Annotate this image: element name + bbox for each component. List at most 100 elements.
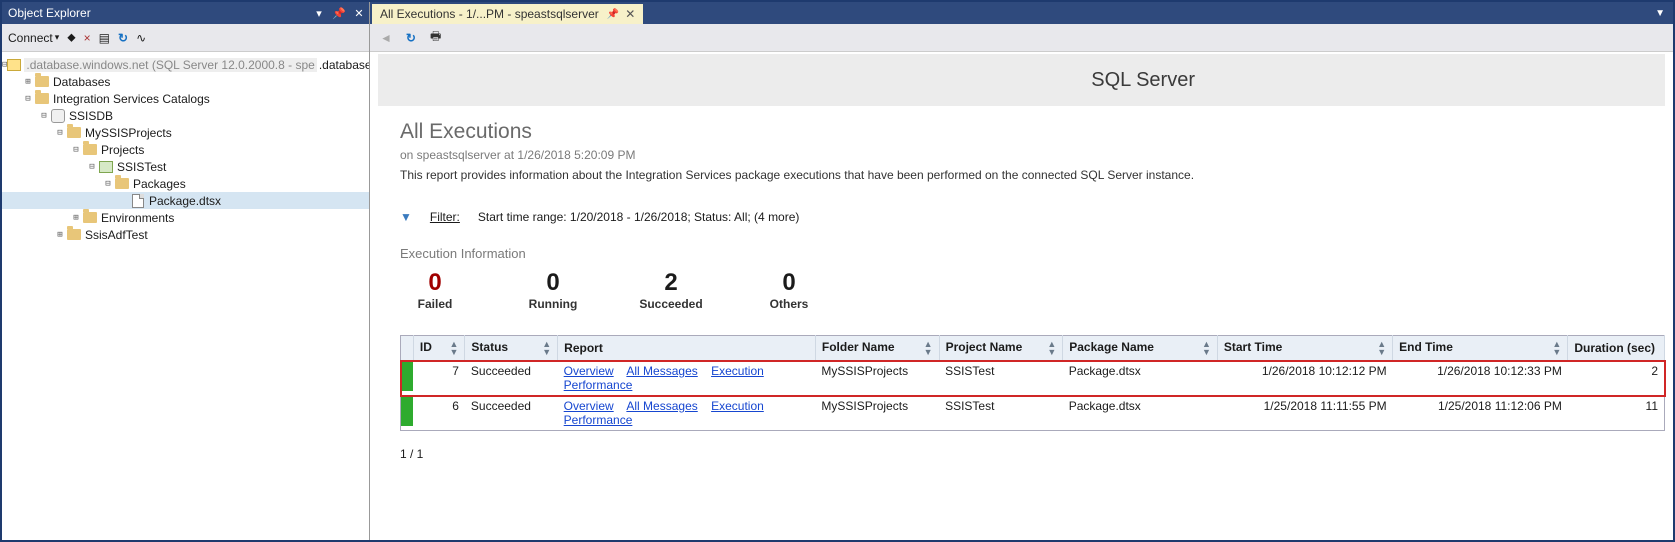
tree-node-myssisprojects[interactable]: ⊟ MySSISProjects [2,124,369,141]
file-icon [130,193,146,209]
status-indicator-icon [401,396,413,426]
tab-overflow-icon[interactable]: ▼ [1647,8,1673,19]
col-id[interactable]: ID▲▼ [413,336,465,361]
connect-button[interactable]: Connect ▾ [8,31,59,45]
refresh-icon[interactable]: ↻ [118,31,128,45]
object-explorer-toolbar: Connect ▾ ⬥ × ▤ ↻ ∿ [2,24,369,52]
project-icon [98,159,114,175]
cell-package: Package.dtsx [1063,396,1218,431]
report-subtitle: on speastsqlserver at 1/26/2018 5:20:09 … [400,148,1665,162]
folder-icon [82,210,98,226]
filter-link[interactable]: Filter: [430,210,460,224]
tree-node-ssisadftest[interactable]: ⊞ SsisAdfTest [2,226,369,243]
print-icon[interactable]: 🖶 [430,27,441,48]
report-title: All Executions [400,120,1665,144]
stop-icon[interactable]: × [84,31,91,45]
tree-label: Package.dtsx [149,194,221,208]
close-icon[interactable]: ✕ [349,7,369,20]
tree-label: Integration Services Catalogs [53,92,210,106]
counter-succeeded: 2 Succeeded [636,269,706,311]
col-end[interactable]: End Time▲▼ [1393,336,1568,361]
cell-status: Succeeded [465,396,558,431]
sort-icon: ▲▼ [924,340,933,356]
filter-toolbar-icon[interactable]: ▤ [99,31,110,45]
folder-icon [34,74,50,90]
server-icon [7,57,21,73]
cell-start: 1/25/2018 11:11:55 PM [1217,396,1392,431]
execution-counters: 0 Failed 0 Running 2 Succeeded 0 Others [400,269,1665,311]
all-messages-link[interactable]: All Messages [626,364,697,378]
col-status-indicator [401,336,414,361]
tree-node-package-dtsx[interactable]: Package.dtsx [2,192,369,209]
object-explorer-header: Object Explorer ▾ 📌 ✕ [2,2,369,24]
tab-all-executions[interactable]: All Executions - 1/...PM - speastsqlserv… [372,4,643,24]
disconnect-icon[interactable]: ⬥ [67,30,75,45]
cell-package: Package.dtsx [1063,361,1218,396]
tree-label: Packages [133,177,186,191]
overview-link[interactable]: Overview [564,364,614,378]
col-folder[interactable]: Folder Name▲▼ [815,336,939,361]
folder-icon [66,125,82,141]
activity-icon[interactable]: ∿ [136,31,146,45]
col-package[interactable]: Package Name▲▼ [1063,336,1218,361]
cell-end: 1/25/2018 11:12:06 PM [1393,396,1568,431]
col-duration: Duration (sec) [1568,336,1665,361]
counter-running: 0 Running [518,269,588,311]
object-explorer-tree[interactable]: ⊟ .database.windows.net (SQL Server 12.0… [2,52,369,540]
tree-node-ssisdb[interactable]: ⊟ SSISDB [2,107,369,124]
col-report: Report [558,336,816,361]
tree-node-environments[interactable]: ⊞ Environments [2,209,369,226]
report-area: SQL Server All Executions on speastsqlse… [370,52,1673,540]
document-panel: All Executions - 1/...PM - speastsqlserv… [370,2,1673,540]
col-status[interactable]: Status▲▼ [465,336,558,361]
filter-summary: Start time range: 1/20/2018 - 1/26/2018;… [478,210,800,224]
cell-duration: 11 [1568,396,1665,431]
filter-row: ▼ Filter: Start time range: 1/20/2018 - … [400,210,1665,224]
execution-info-label: Execution Information [400,246,1665,261]
col-start[interactable]: Start Time▲▼ [1217,336,1392,361]
tree-node-projects[interactable]: ⊟ Projects [2,141,369,158]
tab-pin-icon[interactable]: 📌 [607,9,619,20]
refresh-report-icon[interactable]: ↻ [406,31,416,45]
tree-label: Projects [101,143,144,157]
tree-node-databases[interactable]: ⊞ Databases [2,73,369,90]
pager: 1 / 1 [400,447,1665,461]
executions-table: ID▲▼ Status▲▼ Report Folder Name▲▼ Proje… [400,335,1665,431]
tab-label: All Executions - 1/...PM - speastsqlserv… [380,7,599,21]
cell-report: Overview All Messages Execution Performa… [558,361,816,396]
tree-node-packages[interactable]: ⊟ Packages [2,175,369,192]
tree-label: Environments [101,211,174,225]
folder-icon [66,227,82,243]
counter-others: 0 Others [754,269,824,311]
tab-close-icon[interactable]: ✕ [625,7,635,21]
all-messages-link[interactable]: All Messages [626,399,697,413]
pin-icon[interactable]: 📌 [329,7,349,20]
cell-end: 1/26/2018 10:12:33 PM [1393,361,1568,396]
folder-icon [34,91,50,107]
cell-id: 6 [413,396,465,431]
status-indicator-icon [401,361,413,391]
database-icon [50,108,66,124]
tree-node-server[interactable]: ⊟ .database.windows.net (SQL Server 12.0… [2,56,369,73]
col-project[interactable]: Project Name▲▼ [939,336,1063,361]
cell-start: 1/26/2018 10:12:12 PM [1217,361,1392,396]
tree-label: SSISTest [117,160,166,174]
object-explorer-panel: Object Explorer ▾ 📌 ✕ Connect ▾ ⬥ × ▤ ↻ … [2,2,370,540]
table-row[interactable]: 6 Succeeded Overview All Messages Execut… [401,396,1665,431]
sort-icon: ▲▼ [449,340,458,356]
sort-icon: ▲▼ [1377,340,1386,356]
tree-node-integration-services-catalogs[interactable]: ⊟ Integration Services Catalogs [2,90,369,107]
funnel-icon[interactable]: ▼ [400,210,412,224]
tree-node-ssistest[interactable]: ⊟ SSISTest [2,158,369,175]
back-icon[interactable]: ◄ [380,31,392,45]
overview-link[interactable]: Overview [564,399,614,413]
tree-label: SsisAdfTest [85,228,148,242]
sort-icon: ▲▼ [1552,340,1561,356]
cell-folder: MySSISProjects [815,361,939,396]
window-dropdown-icon[interactable]: ▾ [309,7,329,20]
table-header-row: ID▲▼ Status▲▼ Report Folder Name▲▼ Proje… [401,336,1665,361]
cell-status: Succeeded [465,361,558,396]
table-row[interactable]: 7 Succeeded Overview All Messages Execut… [401,361,1665,396]
tree-label: .database.windows.net (SQL Server 12.0.2… [24,58,316,72]
cell-project: SSISTest [939,396,1063,431]
